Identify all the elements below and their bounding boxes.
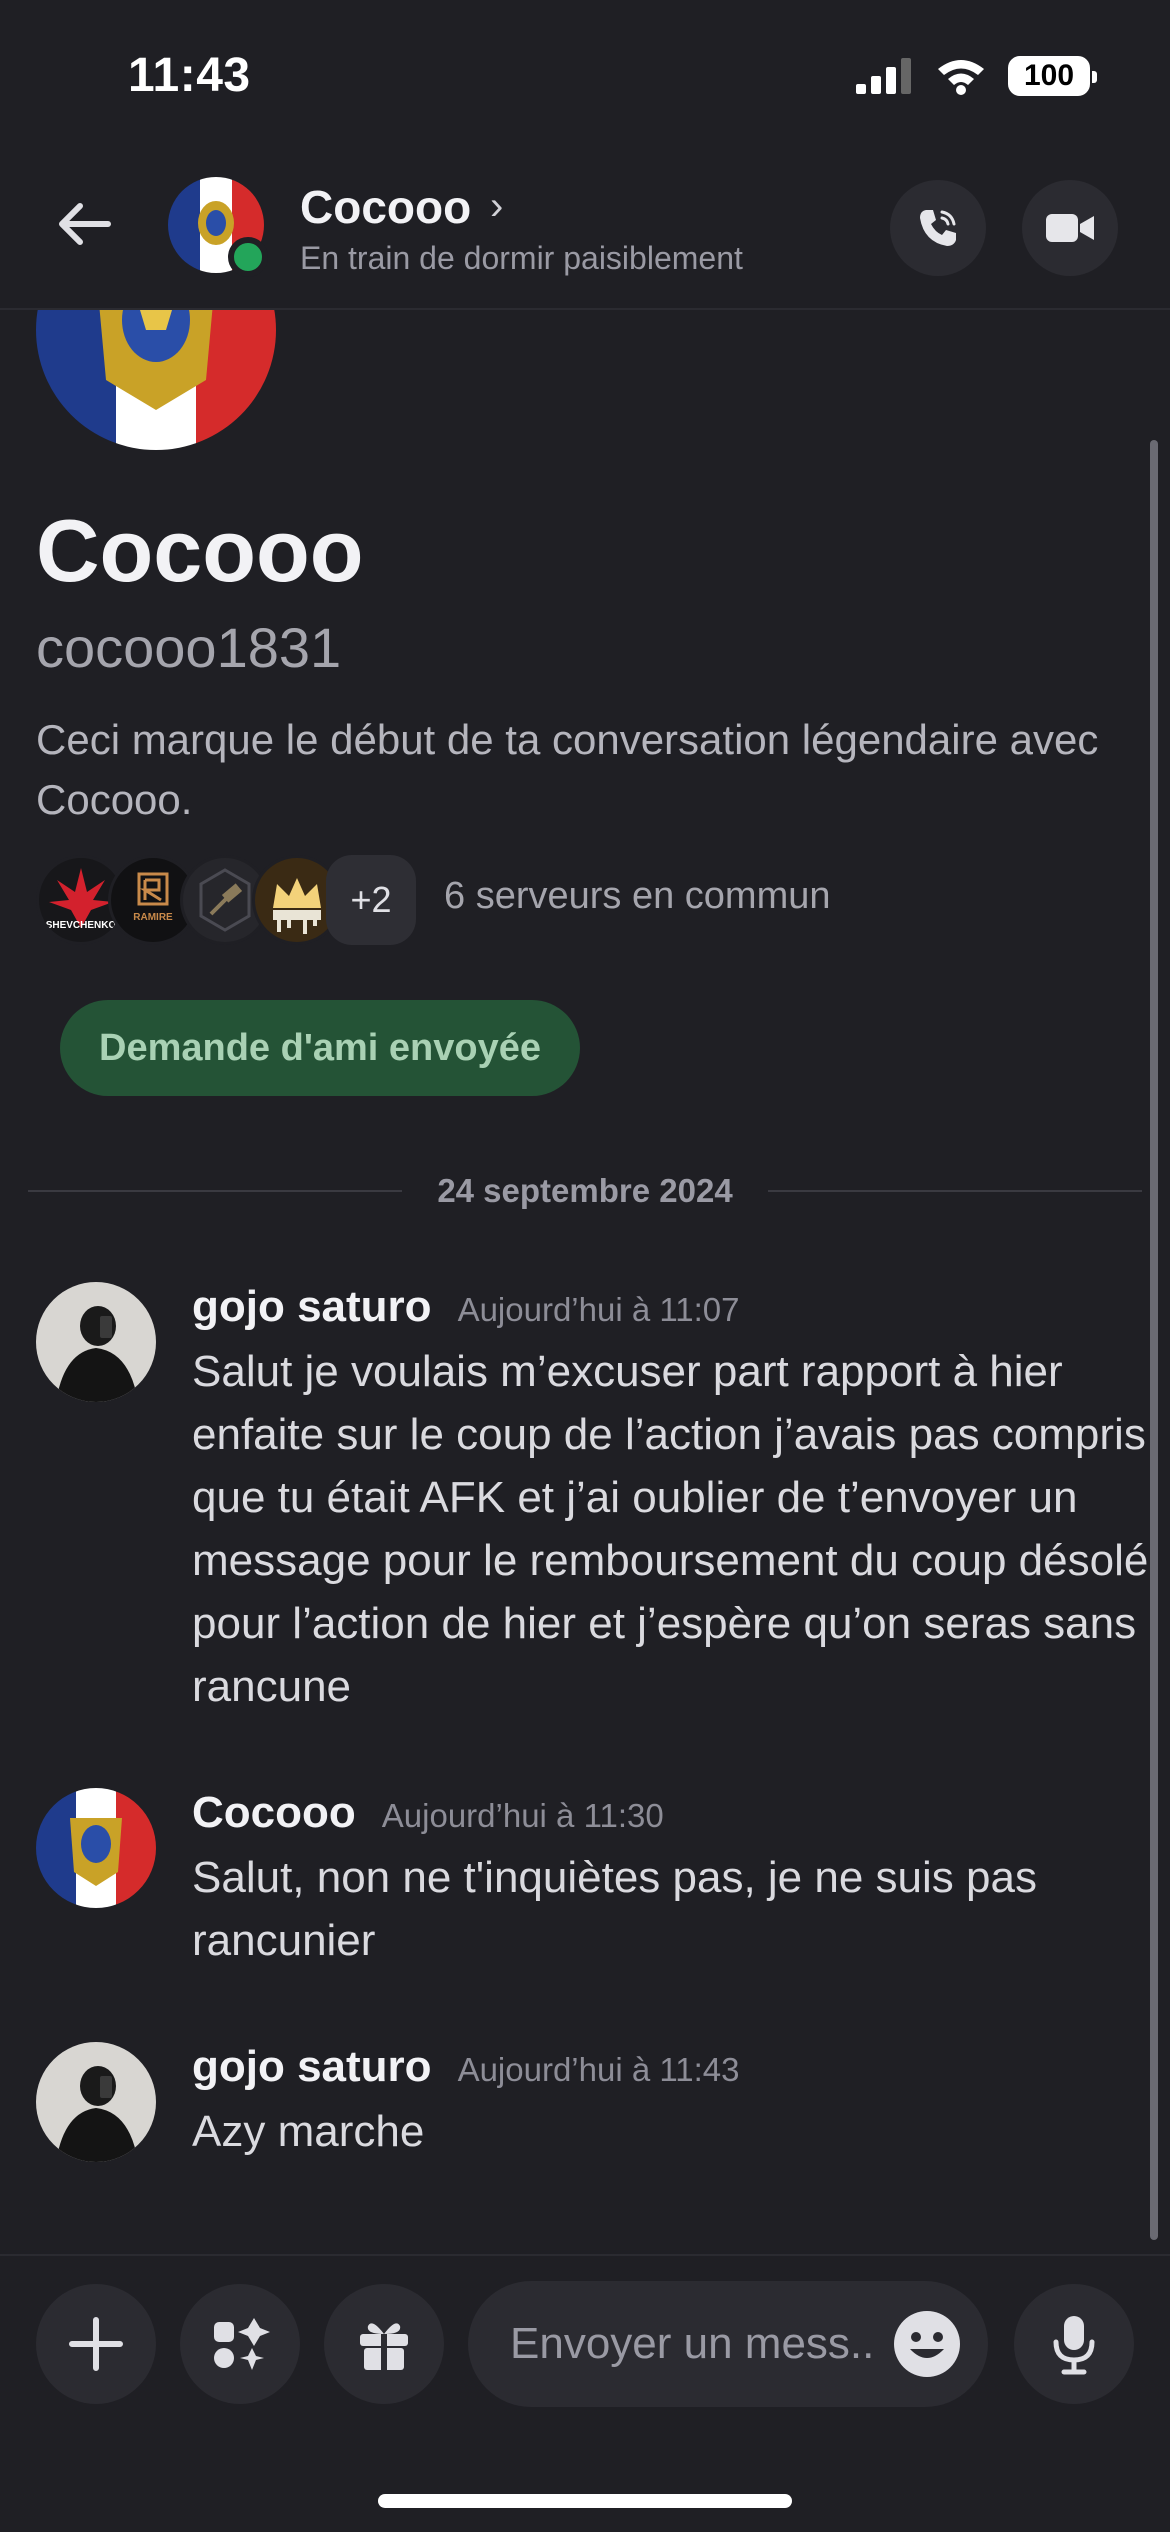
online-status-dot: [228, 237, 268, 277]
more-servers-badge[interactable]: +2: [326, 855, 416, 945]
message-composer: [0, 2254, 1170, 2532]
wifi-icon: [938, 60, 984, 95]
status-time: 11:43: [128, 49, 251, 102]
apps-button[interactable]: [180, 2284, 300, 2404]
message-body: gojo saturo Aujourd’hui à 11:07 Salut je…: [192, 1282, 1152, 1718]
mutual-servers[interactable]: SHEVCHENKO RAMIRE +2 6 serveurs en commu…: [36, 855, 1136, 945]
profile-name: Cocooo: [36, 501, 364, 600]
plus-icon: [69, 2317, 123, 2371]
message-input[interactable]: [510, 2281, 890, 2407]
scrollbar[interactable]: [1150, 440, 1158, 2240]
date-divider: 24 septembre 2024: [28, 1170, 1142, 1210]
message-author[interactable]: gojo saturo: [192, 1282, 432, 1332]
add-attachment-button[interactable]: [36, 2284, 156, 2404]
message-text: Azy marche: [192, 2107, 425, 2156]
server-badge-text: RAMIRE: [133, 912, 173, 923]
video-call-button[interactable]: [1022, 180, 1118, 276]
status-icons: 100: [856, 56, 1097, 96]
user-photo-icon: [36, 1282, 156, 1402]
phone-icon: [920, 210, 956, 246]
user-photo-icon: [36, 2042, 156, 2162]
gift-button[interactable]: [324, 2284, 444, 2404]
message-item[interactable]: gojo saturo Aujourd’hui à 11:43 Azy marc…: [36, 2042, 1136, 2182]
video-camera-icon: [1046, 214, 1094, 242]
avatar[interactable]: [36, 1788, 156, 1908]
header-name[interactable]: Cocooo: [300, 180, 471, 234]
header-status: En train de dormir paisiblement: [300, 240, 743, 276]
message-item[interactable]: Cocooo Aujourd’hui à 11:30 Salut, non ne…: [36, 1788, 1136, 1988]
date-divider-text: 24 septembre 2024: [437, 1172, 733, 1209]
message-header: Cocooo Aujourd’hui à 11:30: [192, 1788, 1152, 1838]
message-text: Salut je voulais m’excuser part rapport …: [192, 1347, 1149, 1711]
message-text: Salut, non ne t'inquiètes pas, je ne sui…: [192, 1853, 1037, 1965]
message-timestamp: Aujourd’hui à 11:30: [381, 1797, 664, 1834]
server-badge-text: SHEVCHENKO: [46, 920, 117, 931]
emoji-icon[interactable]: [892, 2309, 962, 2379]
conversation-header: Cocooo › En train de dormir paisiblement: [0, 150, 1170, 310]
friend-request-sent-button[interactable]: Demande d'ami envoyée: [60, 1000, 580, 1096]
message-timestamp: Aujourd’hui à 11:07: [457, 1291, 740, 1328]
chevron-right-icon[interactable]: ›: [490, 184, 503, 229]
message-header: gojo saturo Aujourd’hui à 11:43: [192, 2042, 1152, 2092]
apps-icon: [214, 2318, 270, 2370]
back-arrow-icon[interactable]: [52, 192, 116, 256]
voice-call-button[interactable]: [890, 180, 986, 276]
status-bar: 11:43 100: [0, 0, 1170, 150]
voice-message-button[interactable]: [1014, 2284, 1134, 2404]
message-author[interactable]: gojo saturo: [192, 2042, 432, 2092]
home-indicator[interactable]: [378, 2494, 792, 2508]
servers-in-common-label[interactable]: 6 serveurs en commun: [444, 875, 831, 918]
microphone-icon: [1053, 2316, 1095, 2375]
battery-indicator: 100: [1008, 56, 1097, 96]
conversation-intro-text: Ceci marque le début de ta conversation …: [36, 716, 1099, 823]
profile-username: cocooo1831: [36, 616, 342, 679]
message-header: gojo saturo Aujourd’hui à 11:07: [192, 1282, 1152, 1332]
signal-icon: [856, 58, 911, 94]
message-body: gojo saturo Aujourd’hui à 11:43 Azy marc…: [192, 2042, 1152, 2163]
message-timestamp: Aujourd’hui à 11:43: [457, 2051, 740, 2088]
message-input-wrapper: [468, 2281, 988, 2407]
avatar[interactable]: [36, 2042, 156, 2162]
message-item[interactable]: gojo saturo Aujourd’hui à 11:07 Salut je…: [36, 1282, 1148, 1712]
app-screen: 11:43 100 Cocooo › En train de dormir pa…: [0, 0, 1170, 2532]
message-author[interactable]: Cocooo: [192, 1788, 356, 1838]
french-flag-emblem-icon: [36, 1788, 156, 1908]
message-body: Cocooo Aujourd’hui à 11:30 Salut, non ne…: [192, 1788, 1152, 1972]
gift-icon: [360, 2323, 408, 2370]
avatar[interactable]: [36, 1282, 156, 1402]
